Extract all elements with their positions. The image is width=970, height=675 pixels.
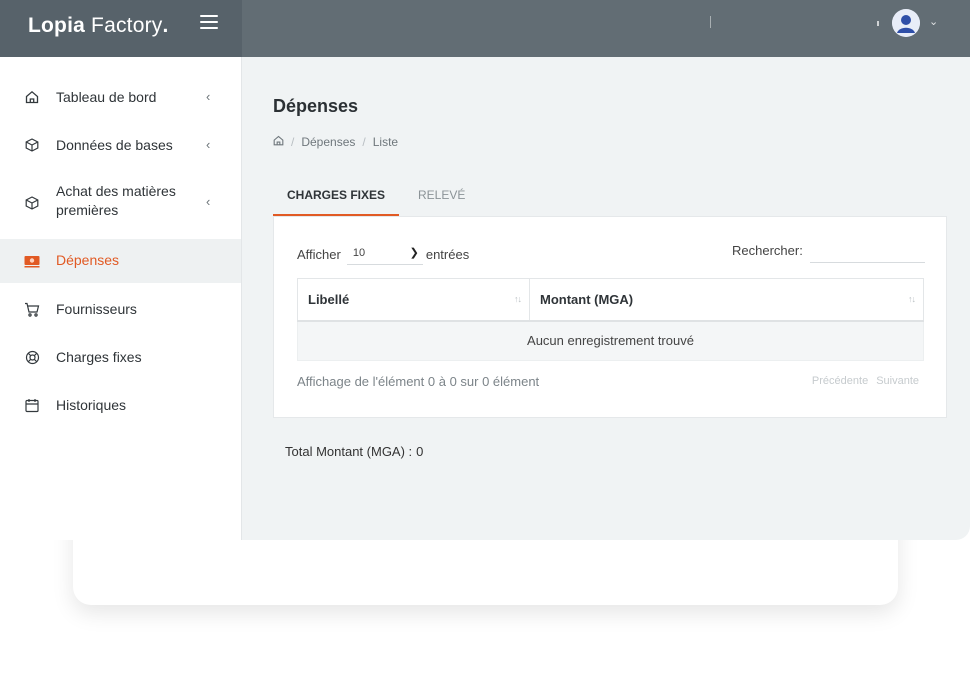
cart-icon	[24, 301, 40, 317]
tab-releve[interactable]: RELEVÉ	[418, 182, 465, 216]
column-header-montant[interactable]: Montant (MGA) ↑↓	[529, 278, 924, 322]
table-row: Aucun enregistrement trouvé	[297, 320, 924, 361]
breadcrumb: / Dépenses / Liste	[273, 135, 398, 149]
brand-rest: Factory	[91, 14, 163, 37]
app-window: Lopia Factory. ⌄ Tableau de bord ‹ Donné…	[0, 0, 970, 540]
home-icon[interactable]	[273, 135, 284, 149]
topbar-indicator	[877, 21, 879, 26]
column-header-libelle[interactable]: Libellé ↑↓	[297, 278, 530, 322]
breadcrumb-separator: /	[291, 135, 295, 149]
total-summary: Total Montant (MGA) :0	[285, 444, 423, 459]
page-length-select[interactable]: 10 ❯	[346, 243, 423, 265]
page-length-value: 10	[352, 247, 366, 259]
page-title: Dépenses	[273, 96, 359, 116]
brand-bold: Lopia	[28, 14, 85, 37]
column-header-label: Montant (MGA)	[540, 291, 634, 307]
sidebar-item-label: Fournisseurs	[56, 301, 137, 317]
sidebar-item-tableau-de-bord[interactable]: Tableau de bord ‹	[0, 81, 241, 113]
topbar-divider	[710, 16, 711, 28]
sidebar-item-achat-matieres[interactable]: Achat des matières premières ‹	[0, 179, 241, 227]
box-icon	[24, 137, 40, 153]
search-input[interactable]	[810, 241, 925, 263]
chevron-left-icon: ‹	[206, 89, 211, 104]
sort-icon: ↑↓	[908, 294, 916, 304]
top-bar: Lopia Factory. ⌄	[0, 0, 970, 57]
empty-message: Aucun enregistrement trouvé	[297, 320, 924, 361]
user-avatar-icon[interactable]	[892, 9, 920, 37]
page-length-control: Afficher 10 ❯ entrées	[297, 243, 469, 265]
sidebar-item-donnees-de-bases[interactable]: Données de bases ‹	[0, 129, 241, 161]
next-button[interactable]: Suivante	[876, 375, 919, 387]
table-panel: Afficher 10 ❯ entrées Rechercher: Libell…	[273, 216, 947, 418]
breadcrumb-separator: /	[362, 135, 366, 149]
money-icon	[24, 253, 40, 269]
previous-button[interactable]: Précédente	[812, 375, 868, 387]
table-info: Affichage de l'élément 0 à 0 sur 0 éléme…	[297, 374, 540, 389]
sidebar-item-charges-fixes[interactable]: Charges fixes	[0, 341, 241, 373]
table-header-row: Libellé ↑↓ Montant (MGA) ↑↓	[297, 278, 924, 322]
chevron-left-icon: ‹	[206, 137, 211, 152]
sidebar-item-label: Dépenses	[56, 252, 120, 268]
sidebar-item-historiques[interactable]: Historiques	[0, 389, 241, 421]
column-header-label: Libellé	[308, 291, 350, 307]
brand-logo[interactable]: Lopia Factory.	[28, 14, 169, 38]
screen: Lopia Factory. ⌄ Tableau de bord ‹ Donné…	[0, 0, 970, 675]
box-icon	[24, 195, 40, 211]
total-label: Total Montant (MGA) :	[285, 444, 413, 459]
lifebuoy-icon	[24, 349, 40, 365]
sort-icon: ↑↓	[514, 294, 522, 304]
brand-area: Lopia Factory.	[0, 0, 242, 57]
search-label: Rechercher:	[732, 243, 803, 258]
tab-charges-fixes[interactable]: CHARGES FIXES	[273, 182, 399, 216]
show-label: Afficher	[297, 246, 341, 262]
chevron-left-icon: ‹	[206, 194, 211, 209]
entries-label: entrées	[425, 246, 470, 262]
pagination: Précédente Suivante	[812, 375, 919, 387]
user-menu-chevron-icon[interactable]: ⌄	[929, 15, 938, 28]
breadcrumb-item: Liste	[372, 135, 399, 149]
sidebar-item-fournisseurs[interactable]: Fournisseurs	[0, 293, 241, 325]
breadcrumb-item[interactable]: Dépenses	[301, 135, 355, 149]
calendar-icon	[24, 397, 40, 413]
sidebar-item-label: Historiques	[56, 397, 127, 413]
data-table: Libellé ↑↓ Montant (MGA) ↑↓ Aucun enregi…	[297, 278, 924, 361]
sidebar-item-label: Tableau de bord	[56, 89, 157, 105]
total-value: 0	[416, 444, 424, 459]
home-icon	[24, 89, 40, 105]
menu-toggle-icon[interactable]	[200, 15, 218, 29]
sidebar-item-label: Achat des matières premières	[56, 183, 176, 218]
sidebar-item-depenses[interactable]: Dépenses	[0, 239, 241, 283]
sidebar-item-label: Charges fixes	[56, 349, 142, 365]
chevron-down-icon: ❯	[409, 247, 419, 259]
sidebar-item-label: Données de bases	[56, 137, 173, 153]
brand-dot: .	[162, 14, 169, 37]
sidebar: Tableau de bord ‹ Données de bases ‹ Ach…	[0, 57, 242, 540]
